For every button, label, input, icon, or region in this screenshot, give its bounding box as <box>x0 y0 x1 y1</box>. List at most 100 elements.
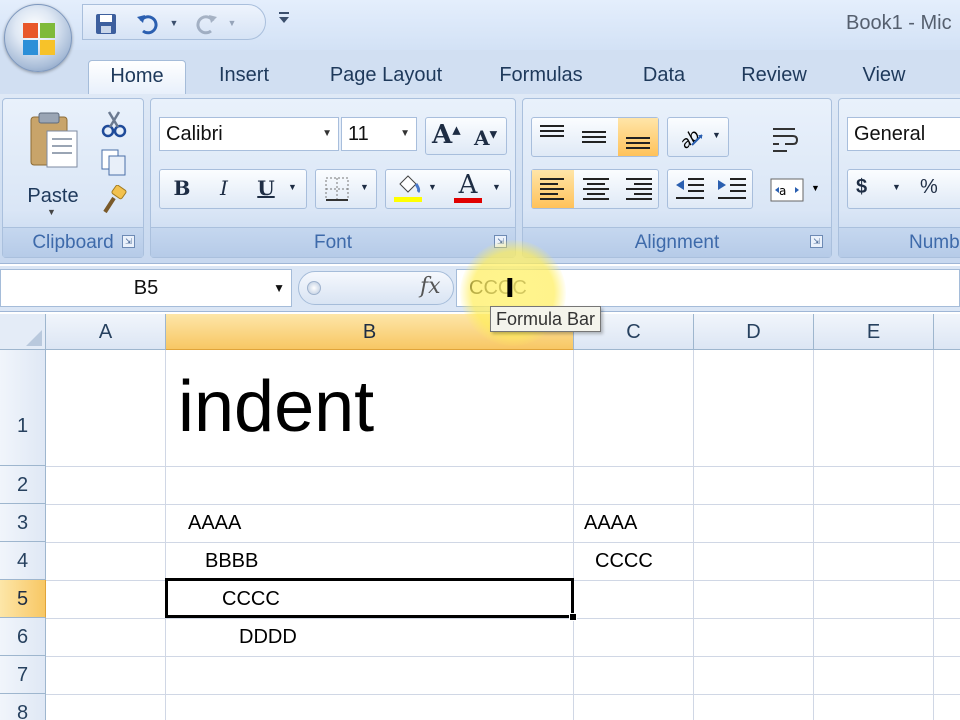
row-header-7[interactable]: 7 <box>0 656 46 694</box>
formula-input[interactable]: CCCC <box>456 269 960 307</box>
grid-line <box>693 350 694 720</box>
window-title: Book1 - Mic <box>846 12 952 34</box>
font-color-dropdown-icon[interactable]: ▼ <box>492 182 501 192</box>
row-header-8[interactable]: 8 <box>0 694 46 720</box>
undo-icon[interactable] <box>135 11 161 37</box>
grid-line <box>165 350 166 720</box>
wrap-text-icon[interactable] <box>767 121 801 155</box>
formula-bar-tooltip: Formula Bar <box>490 306 602 332</box>
grow-font-icon[interactable]: A▲ <box>432 120 461 150</box>
percent-button[interactable]: % <box>920 176 938 199</box>
cell-b3[interactable]: AAAA <box>188 512 241 535</box>
align-center-icon[interactable] <box>575 170 617 208</box>
row-header-4[interactable]: 4 <box>0 542 46 580</box>
save-icon[interactable] <box>93 11 119 37</box>
underline-dropdown-icon[interactable]: ▼ <box>288 182 297 192</box>
decrease-indent-icon[interactable] <box>670 170 710 208</box>
align-bottom-button[interactable] <box>618 118 658 156</box>
grid-line <box>573 350 574 720</box>
cell-c3[interactable]: AAAA <box>584 512 637 535</box>
row-header-2[interactable]: 2 <box>0 466 46 504</box>
font-name-value: Calibri <box>166 123 223 145</box>
chevron-down-icon: ▼ <box>322 128 332 139</box>
row-header-6[interactable]: 6 <box>0 618 46 656</box>
cell-c4[interactable]: CCCC <box>595 550 653 573</box>
column-header-f[interactable] <box>934 314 960 350</box>
font-color-icon[interactable]: A <box>452 170 484 200</box>
column-header-a[interactable]: A <box>46 314 166 350</box>
grid-line <box>46 504 960 505</box>
resize-handle-icon[interactable] <box>307 281 321 295</box>
fill-handle[interactable] <box>569 613 577 621</box>
increase-indent-icon[interactable] <box>712 170 752 208</box>
redo-dropdown-icon[interactable]: ▼ <box>227 13 237 33</box>
currency-dropdown-icon[interactable]: ▼ <box>892 182 901 192</box>
tab-home[interactable]: Home <box>88 60 186 94</box>
cell-b6[interactable]: DDDD <box>239 626 297 649</box>
tab-review[interactable]: Review <box>732 60 816 94</box>
cell-b4[interactable]: BBBB <box>205 550 258 573</box>
paste-dropdown-icon[interactable]: ▼ <box>47 207 56 217</box>
clipboard-launcher-icon[interactable]: ⇲ <box>122 235 135 248</box>
borders-dropdown-icon[interactable]: ▼ <box>360 182 369 192</box>
select-all-button[interactable] <box>0 314 46 350</box>
copy-icon[interactable] <box>99 147 129 177</box>
column-header-e[interactable]: E <box>814 314 934 350</box>
shrink-font-icon[interactable]: A▼ <box>474 126 497 150</box>
font-launcher-icon[interactable]: ⇲ <box>494 235 507 248</box>
number-format-combo[interactable]: General <box>847 117 960 151</box>
redo-icon[interactable] <box>193 11 219 37</box>
italic-button[interactable]: I <box>206 176 242 200</box>
fill-font-color-buttons: ▼ A ▼ <box>385 169 511 209</box>
row-header-1[interactable]: 1 <box>0 350 46 466</box>
title-bar: ▼ ▼ Book1 - Mic <box>0 0 960 50</box>
merge-center-button[interactable]: a ▼ <box>767 173 823 207</box>
customize-icon[interactable] <box>276 8 292 32</box>
column-header-d[interactable]: D <box>694 314 814 350</box>
insert-function-icon[interactable]: fx <box>420 274 441 299</box>
number-group-label: Numb <box>839 227 960 257</box>
cell-b1[interactable]: indent <box>178 366 374 448</box>
bold-button[interactable]: B <box>164 176 200 200</box>
cut-icon[interactable] <box>99 109 129 139</box>
align-bottom-icon <box>626 137 650 149</box>
orientation-dropdown-icon[interactable]: ▼ <box>712 130 721 140</box>
underline-button[interactable]: U <box>248 176 284 200</box>
alignment-launcher-icon[interactable]: ⇲ <box>810 235 823 248</box>
tab-data[interactable]: Data <box>632 60 696 94</box>
align-right-icon[interactable] <box>618 170 660 208</box>
grid-line <box>813 350 814 720</box>
grid-line <box>46 656 960 657</box>
align-top-icon[interactable] <box>532 118 572 156</box>
indent-buttons <box>667 169 753 209</box>
format-painter-icon[interactable] <box>99 184 129 215</box>
font-group: Calibri ▼ 11 ▼ A▲ A▼ B I U ▼ ▼ ▼ A ▼ Fon… <box>150 98 516 258</box>
tab-view[interactable]: View <box>852 60 916 94</box>
font-size-combo[interactable]: 11 ▼ <box>341 117 417 151</box>
name-box-dropdown-icon[interactable]: ▼ <box>273 270 285 306</box>
undo-dropdown-icon[interactable]: ▼ <box>169 13 179 33</box>
row-header-3[interactable]: 3 <box>0 504 46 542</box>
borders-button[interactable]: ▼ <box>315 169 377 209</box>
align-middle-icon[interactable] <box>574 118 614 156</box>
merge-dropdown-icon[interactable]: ▼ <box>811 183 820 193</box>
align-left-button[interactable] <box>532 170 574 208</box>
name-box[interactable]: B5 ▼ <box>0 269 292 307</box>
office-button[interactable] <box>4 4 72 72</box>
paste-button[interactable]: Paste ▼ <box>17 107 89 219</box>
font-name-combo[interactable]: Calibri ▼ <box>159 117 339 151</box>
tab-formulas[interactable]: Formulas <box>488 60 594 94</box>
formula-bar: B5 ▼ fx CCCC <box>0 266 960 312</box>
font-style-buttons: B I U ▼ <box>159 169 307 209</box>
row-header-5[interactable]: 5 <box>0 580 46 618</box>
clipboard-group: Paste ▼ Clipboard ⇲ <box>2 98 144 258</box>
orientation-button[interactable]: ab ▼ <box>667 117 729 157</box>
fill-color-dropdown-icon[interactable]: ▼ <box>428 182 437 192</box>
tab-page-layout[interactable]: Page Layout <box>316 60 456 94</box>
grid-line <box>46 542 960 543</box>
fill-color-icon[interactable] <box>392 172 424 204</box>
quick-access-toolbar: ▼ ▼ <box>82 4 266 40</box>
tab-insert[interactable]: Insert <box>204 60 284 94</box>
currency-button[interactable]: $ <box>856 176 867 199</box>
number-format-value: General <box>854 123 926 145</box>
